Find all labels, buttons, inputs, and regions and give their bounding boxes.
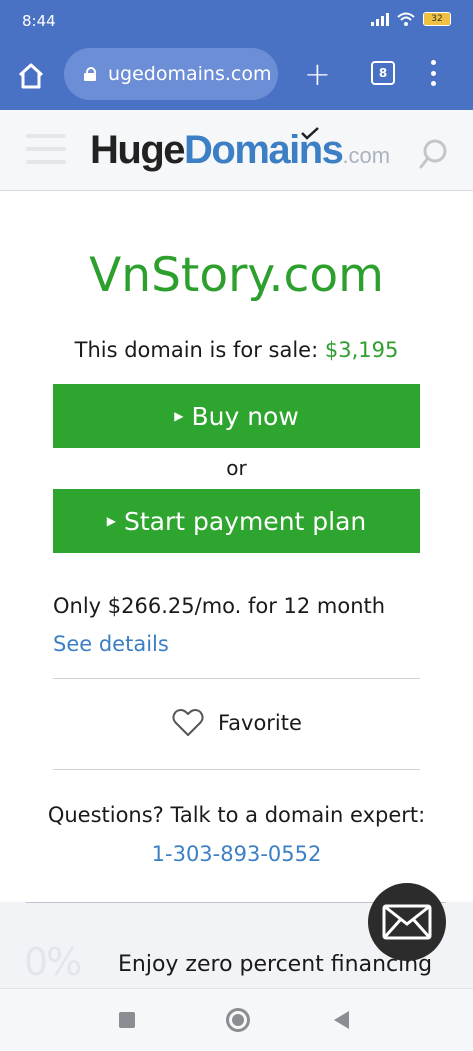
domain-title: VnStory.com — [89, 248, 384, 303]
monthly-price-text: Only $266.25/mo. for 12 month — [53, 594, 386, 618]
plus-icon[interactable]: + — [304, 58, 331, 90]
divider — [53, 678, 420, 679]
see-details-link[interactable]: See details — [53, 632, 169, 656]
sale-line: This domain is for sale: $3,195 — [0, 338, 473, 362]
site-logo[interactable]: HugeDomains.com — [90, 128, 390, 173]
divider — [53, 769, 420, 770]
tabs-icon[interactable]: 8 — [371, 61, 395, 85]
recents-icon[interactable] — [119, 1012, 135, 1028]
status-time: 8:44 — [22, 12, 56, 30]
browser-toolbar: ugedomains.com + 8 — [0, 44, 473, 110]
sale-text: This domain is for sale: — [74, 338, 319, 362]
hamburger-icon[interactable] — [26, 134, 66, 164]
battery-icon: 32 — [423, 12, 451, 26]
lock-icon — [84, 67, 96, 81]
logo-dotcom: .com — [342, 143, 391, 168]
status-bar: 8:44 32 — [0, 0, 473, 44]
or-text: or — [226, 456, 247, 480]
questions-text: Questions? Talk to a domain expert: — [47, 803, 426, 827]
logo-check-icon — [301, 127, 319, 140]
buy-now-button[interactable]: ▶ Buy now — [53, 384, 420, 448]
home-icon[interactable] — [16, 61, 46, 91]
wifi-icon — [397, 12, 415, 26]
phone-link[interactable]: 1-303-893-0552 — [0, 842, 473, 866]
sale-price: $3,195 — [324, 338, 399, 362]
site-header: HugeDomains.com — [0, 110, 473, 191]
start-payment-plan-label: Start payment plan — [123, 506, 367, 536]
mail-icon — [382, 904, 432, 940]
home-nav-icon[interactable] — [226, 1008, 250, 1032]
signal-icon — [371, 12, 389, 26]
back-icon[interactable] — [334, 1011, 349, 1029]
battery-level: 32 — [431, 14, 443, 24]
logo-huge: Huge — [90, 128, 186, 172]
contact-mail-button[interactable] — [368, 883, 446, 961]
system-nav-bar — [0, 988, 473, 1051]
zero-percent-badge: 0% — [24, 940, 82, 984]
heart-icon — [172, 709, 204, 736]
favorite-label: Favorite — [218, 710, 302, 735]
search-icon[interactable] — [418, 138, 448, 170]
play-icon: ▶ — [174, 409, 184, 423]
financing-text: Enjoy zero percent financing — [118, 952, 433, 977]
status-icons: 32 — [371, 12, 451, 26]
buy-now-label: Buy now — [191, 401, 299, 431]
address-bar[interactable]: ugedomains.com — [64, 48, 278, 100]
start-payment-plan-button[interactable]: ▶ Start payment plan — [53, 489, 420, 553]
menu-icon[interactable] — [431, 60, 437, 86]
url-text: ugedomains.com — [108, 63, 272, 85]
favorite-button[interactable]: Favorite — [172, 708, 302, 737]
play-icon: ▶ — [106, 514, 116, 528]
